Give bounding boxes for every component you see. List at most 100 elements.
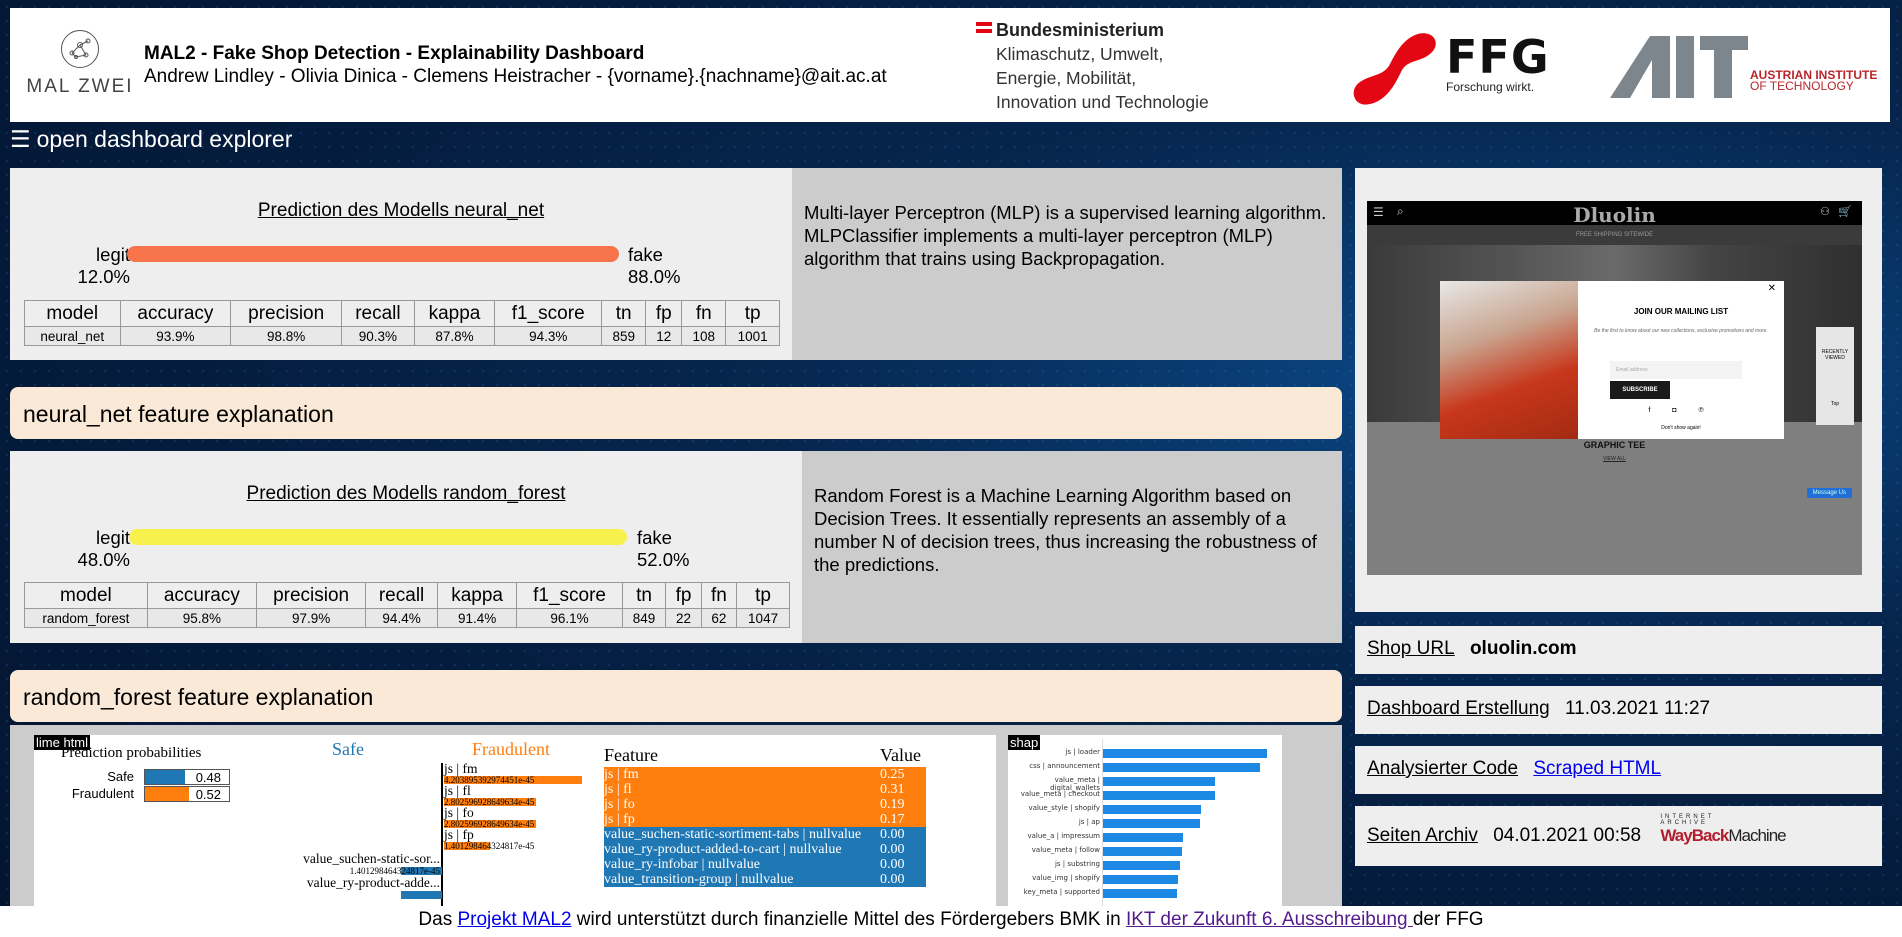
probability-value: 0.52	[195, 787, 221, 802]
open-dashboard-explorer-button[interactable]: ☰ open dashboard explorer	[10, 126, 292, 153]
projekt-mal2-link[interactable]: Projekt MAL2	[457, 909, 571, 930]
feature-table-row: js | fp 0.17	[604, 812, 926, 827]
fake-text: fake	[628, 244, 663, 265]
shop-topbar: ☰ ⌕ Dluolin ⚇ 🛒	[1367, 201, 1862, 227]
prediction-panel-random-forest: Prediction des Modells random_forest leg…	[10, 451, 802, 643]
section-neural-net-feature-explanation[interactable]: neural_net feature explanation	[10, 387, 1342, 439]
feature-value: 0.00	[880, 857, 905, 872]
probability-box: 0.48	[144, 769, 230, 785]
metrics-header-precision: precision	[230, 300, 343, 327]
shap-feature-label: value_img | shopify	[1032, 874, 1100, 882]
ait-logo: AUSTRIAN INSTITUTE OF TECHNOLOGY	[1610, 36, 1880, 98]
popup-subscribe: SUBSCRIBE	[1610, 381, 1670, 399]
shap-feature-bar	[1103, 819, 1200, 828]
shap-feature-bar	[1103, 777, 1215, 786]
feature-table-row: js | fl 0.31	[604, 782, 926, 797]
shop-url-value: oluolin.com	[1469, 638, 1577, 659]
recently-viewed-text: RECENTLY VIEWED	[1821, 349, 1849, 361]
fake-text: fake	[637, 527, 672, 548]
feature-value: 0.17	[880, 812, 905, 827]
prediction-title: Prediction des Modells random_forest	[246, 483, 566, 504]
metrics-value-row: neural_net 93.9% 98.8% 90.3% 87.8% 94.3% 859 12…	[24, 326, 780, 346]
metrics-cell: 90.3%	[341, 326, 415, 346]
section-random-forest-feature-explanation[interactable]: random_forest feature explanation	[10, 670, 1342, 722]
ffg-name: FFG	[1446, 30, 1550, 84]
wayback-text: WayBack	[1660, 826, 1729, 845]
metrics-header-fn: fn	[700, 582, 738, 609]
metrics-header-fp: fp	[665, 582, 702, 609]
shap-feature-label: js | loader	[1065, 748, 1100, 756]
legit-text: legit	[96, 244, 130, 265]
wayback-machine-logo[interactable]: INTERNET ARCHIVE WayBackMachine	[1660, 814, 1786, 850]
metrics-cell: 87.8%	[413, 326, 496, 346]
feature-table-row: value_ry-product-added-to-cart | nullval…	[604, 842, 926, 857]
metrics-cell: 1001	[725, 326, 780, 346]
shop-message-us: Message Us	[1806, 488, 1852, 498]
feature-value: 0.19	[880, 797, 905, 812]
fake-percent: 88.0%	[628, 266, 681, 287]
ffg-swirl-icon	[1353, 33, 1436, 105]
feature-table-row: value_ry-infobar | nullvalue 0.00	[604, 857, 926, 872]
shap-feature-bar	[1103, 847, 1182, 856]
prediction-probabilities-title: Prediction probabilities	[61, 745, 202, 761]
metrics-header-tp: tp	[725, 300, 780, 327]
shap-feature-bar	[1103, 805, 1202, 814]
shop-section-title: GRAPHIC TEE	[1583, 440, 1646, 450]
metrics-header-row: model accuracy precision recall kappa f1_scor…	[24, 300, 780, 327]
dashboard-created-value: 11.03.2021 11:27	[1565, 698, 1711, 719]
feature-name: js | fm	[604, 767, 639, 782]
metrics-cell: 97.9%	[255, 608, 367, 628]
shap-feature-bar	[1103, 763, 1261, 772]
metrics-header-f1-score: f1_score	[516, 582, 623, 609]
feature-value: 0.00	[880, 827, 905, 842]
shop-url-label[interactable]: Shop URL	[1367, 638, 1455, 659]
analyzed-code-label[interactable]: Analysierter Code	[1367, 758, 1518, 779]
shap-feature-label: value_meta | checkout	[1020, 790, 1100, 798]
machine-text: Machine	[1728, 826, 1786, 845]
wayback-top-text: INTERNET ARCHIVE	[1660, 814, 1715, 826]
metrics-header-model: model	[24, 300, 121, 327]
footer-text: Das	[418, 909, 458, 930]
value-header: Value	[880, 745, 921, 765]
fake-percent: 52.0%	[637, 549, 690, 570]
metrics-header-row: model accuracy precision recall kappa f1_scor…	[24, 582, 790, 609]
shap-feature-label: js | substring	[1054, 860, 1100, 868]
metrics-cell: 108	[681, 326, 727, 346]
feature-table-row: js | fm 0.25	[604, 767, 926, 782]
hamburger-icon: ☰	[10, 126, 31, 152]
ffg-logo: FFG Forschung wirkt.	[1348, 26, 1550, 112]
probability-fill	[145, 787, 189, 801]
popup-dont-show: Don't show again!	[1661, 425, 1701, 431]
top-text: Top	[1830, 401, 1840, 407]
ait-mark-icon	[1610, 36, 1748, 98]
dashboard-created-label[interactable]: Dashboard Erstellung	[1367, 698, 1550, 719]
bmk-line: Klimaschutz, Umwelt,	[996, 44, 1164, 64]
popup-subtitle: Be the first to know about our new colle…	[1594, 328, 1768, 334]
probability-label: Fraudulent	[71, 786, 134, 801]
bmk-line: Energie, Mobilität,	[996, 68, 1137, 88]
safe-feature-bar	[400, 891, 442, 899]
shop-shipping-bar: FREE SHIPPING SITEWIDE	[1367, 225, 1862, 245]
legit-label: legit 12.0%	[50, 244, 130, 288]
fake-label: fake 88.0%	[628, 244, 680, 288]
metrics-header-fp: fp	[645, 300, 683, 327]
ikt-der-zukunft-link[interactable]: IKT der Zukunft 6. Ausschreibung	[1126, 909, 1413, 930]
feature-table-row: value_transition-group | nullvalue 0.00	[604, 872, 926, 887]
popup-close-icon: ✕	[1767, 283, 1776, 294]
popup-email: Email address	[1610, 361, 1742, 379]
dashboard-created-box: Dashboard Erstellung 11.03.2021 11:27	[1355, 686, 1882, 734]
analyzed-code-box: Analysierter Code Scraped HTML	[1355, 746, 1882, 794]
scraped-html-link[interactable]: Scraped HTML	[1533, 758, 1661, 779]
page-archive-label[interactable]: Seiten Archiv	[1367, 825, 1478, 846]
page-archive-box: Seiten Archiv 04.01.2021 00:58 INTERNET …	[1355, 806, 1882, 866]
shop-screenshot-panel: ☰ ⌕ Dluolin ⚇ 🛒 FREE SHIPPING SITEWIDE G…	[1355, 168, 1882, 612]
metrics-header-tn: tn	[621, 582, 667, 609]
shop-screenshot[interactable]: ☰ ⌕ Dluolin ⚇ 🛒 FREE SHIPPING SITEWIDE G…	[1367, 201, 1862, 575]
bmk-line: Bundesministerium	[996, 20, 1165, 40]
metrics-cell: 91.4%	[436, 608, 518, 628]
ait-text: AUSTRIAN INSTITUTE OF TECHNOLOGY	[1750, 69, 1877, 92]
feature-name: js | fo	[604, 797, 635, 812]
metrics-header-recall: recall	[365, 582, 438, 609]
shop-recently-viewed: RECENTLY VIEWED Top	[1816, 327, 1854, 425]
shop-lower-section: GRAPHIC TEE VIEW ALL Message Us	[1367, 422, 1862, 575]
